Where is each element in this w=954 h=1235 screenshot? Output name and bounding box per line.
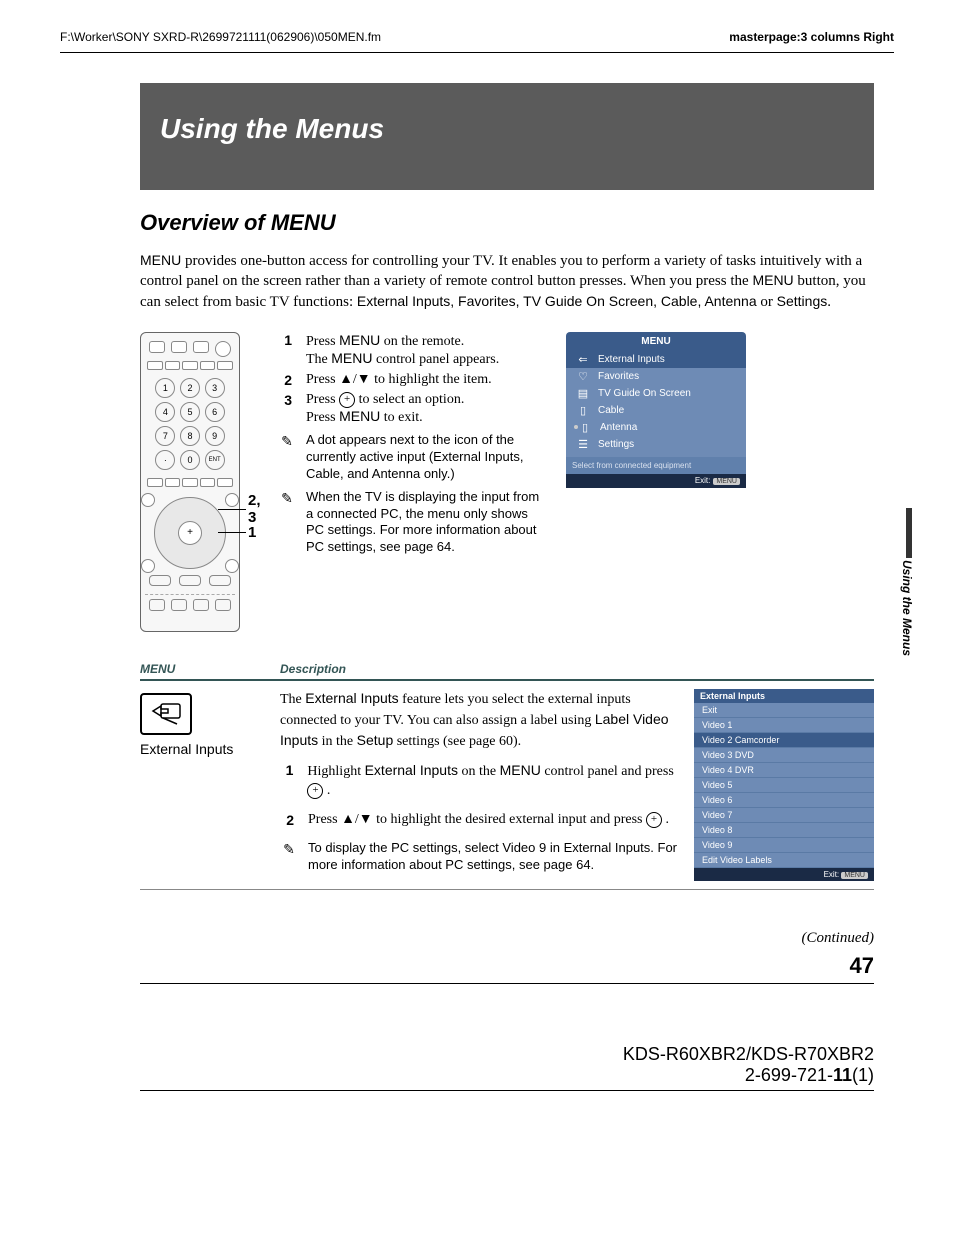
exit-hint: Exit: MENU	[694, 868, 874, 881]
select-button-icon: +	[307, 783, 323, 799]
external-inputs-screenshot: External Inputs Exit Video 1 Video 2 Cam…	[694, 689, 874, 881]
list-item: Edit Video Labels	[694, 853, 874, 868]
heart-icon: ♡	[576, 371, 590, 381]
list-item: Video 6	[694, 793, 874, 808]
step-number: 2	[280, 811, 294, 830]
intro-paragraph: MENU provides one-button access for cont…	[140, 251, 874, 312]
table-header: MENU Description	[140, 662, 874, 681]
list-item: Video 5	[694, 778, 874, 793]
menu-exit-hint: Exit:MENU	[566, 474, 746, 488]
note-text: To display the PC settings, select Video…	[308, 840, 684, 874]
side-tab: Using the Menus	[896, 508, 916, 656]
table-row: External Inputs The External Inputs feat…	[140, 681, 874, 890]
menu-item-tv-guide: ▤TV Guide On Screen	[566, 385, 746, 402]
number-pad: 1 2 3 4 5 6 7 8 9 · 0 ENT	[145, 372, 235, 476]
input-icon: ⇐	[576, 354, 590, 364]
dpad-icon: +	[154, 497, 226, 569]
step-number: 3	[278, 392, 292, 426]
step-number: 1	[280, 761, 293, 801]
external-inputs-icon	[140, 693, 192, 735]
callout-1: 1	[248, 524, 256, 541]
remote-diagram: 1 2 3 4 5 6 7 8 9 · 0 ENT	[140, 332, 260, 632]
note-icon: ✎	[280, 840, 298, 874]
menu-screenshot: MENU ⇐External Inputs ♡Favorites ▤TV Gui…	[566, 332, 746, 632]
step-number: 1	[278, 332, 292, 368]
page-title: Using the Menus	[140, 83, 874, 190]
steps-column: 1 Press MENU on the remote. The MENU con…	[278, 332, 548, 632]
bottom-divider	[140, 983, 874, 984]
guide-icon: ▤	[576, 388, 590, 398]
arrow-up-down-icon: ▲/▼	[341, 812, 373, 827]
cable-icon: ▯	[576, 405, 590, 415]
step-number: 2	[278, 372, 292, 388]
document-number: 2-699-721-11(1)	[140, 1065, 874, 1086]
antenna-icon: ▯	[578, 422, 592, 432]
tv-power-button-icon	[215, 341, 231, 357]
menu-word: MENU	[140, 252, 181, 268]
list-item: Exit	[694, 703, 874, 718]
page-number: 47	[140, 953, 874, 979]
menu-item-settings: ☰Settings	[566, 436, 746, 453]
list-item: Video 4 DVR	[694, 763, 874, 778]
masterpage-label: masterpage:3 columns Right	[729, 30, 894, 44]
menu-pill-icon	[179, 575, 201, 586]
note-icon: ✎	[278, 432, 296, 483]
menu-row-label: External Inputs	[140, 741, 280, 757]
menu-item-external-inputs: ⇐External Inputs	[566, 351, 746, 368]
arrow-up-down-icon: ▲/▼	[339, 372, 371, 387]
sleep-button-icon	[171, 341, 187, 353]
settings-icon: ☰	[576, 439, 590, 449]
bottom-divider-2	[140, 1090, 874, 1091]
list-item: Video 3 DVD	[694, 748, 874, 763]
note-text: When the TV is displaying the input from…	[306, 489, 548, 557]
note-text: A dot appears next to the icon of the cu…	[306, 432, 548, 483]
continued-label: (Continued)	[140, 930, 874, 947]
select-button-icon: +	[646, 812, 662, 828]
note-icon: ✎	[278, 489, 296, 557]
menu-item-antenna: ▯Antenna	[566, 419, 746, 436]
select-button-icon: +	[339, 392, 355, 408]
power-button-icon	[193, 341, 209, 353]
list-item: Video 9	[694, 838, 874, 853]
list-item: Video 1	[694, 718, 874, 733]
top-divider	[60, 52, 894, 53]
menu-item-favorites: ♡Favorites	[566, 368, 746, 385]
list-item: Video 8	[694, 823, 874, 838]
model-number: KDS-R60XBR2/KDS-R70XBR2	[140, 1044, 874, 1065]
menu-title: MENU	[566, 332, 746, 351]
section-heading: Overview of MENU	[140, 210, 874, 236]
right-pill-icon	[209, 575, 231, 586]
tv-video-button-icon	[149, 341, 165, 353]
left-pill-icon	[149, 575, 171, 586]
list-item: Video 2 Camcorder	[694, 733, 874, 748]
callout-2-3: 2, 3	[248, 492, 261, 526]
menu-item-cable: ▯Cable	[566, 402, 746, 419]
list-item: Video 7	[694, 808, 874, 823]
menu-hint: Select from connected equipment	[566, 457, 746, 474]
